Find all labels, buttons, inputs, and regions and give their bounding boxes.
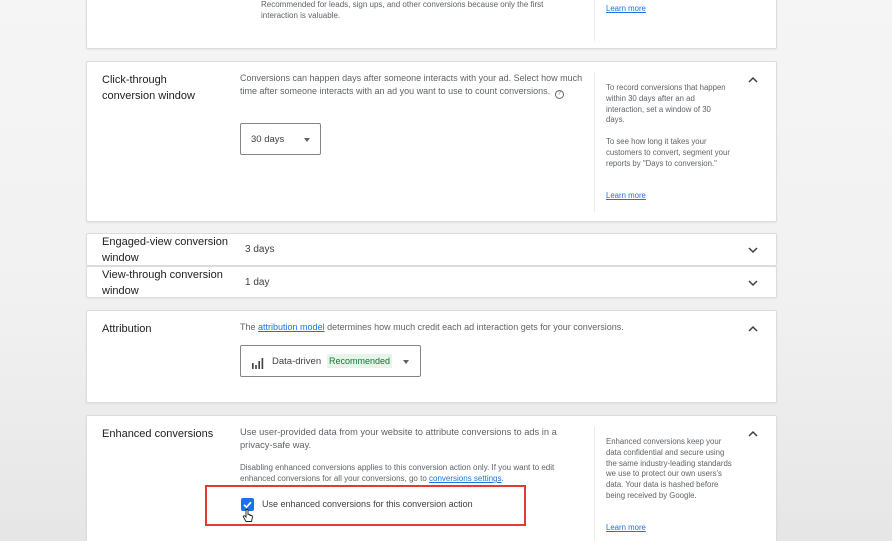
click-through-window-select[interactable]: 30 days — [240, 123, 321, 155]
chevron-up-icon[interactable] — [747, 428, 759, 440]
bar-chart-icon — [252, 356, 264, 369]
engaged-view-card[interactable]: Engaged-view conversion window 3 days — [86, 233, 777, 266]
hand-cursor-icon — [242, 509, 254, 523]
learn-more-link[interactable]: Learn more — [606, 4, 646, 15]
click-through-description: Conversions can happen days after someon… — [240, 73, 583, 99]
attribution-title: Attribution — [102, 323, 152, 335]
conversion-count-description: Recommended for leads, sign ups, and oth… — [261, 0, 544, 20]
dropdown-caret-icon — [304, 138, 310, 142]
chevron-up-icon[interactable] — [747, 323, 759, 335]
recommended-badge: Recommended — [327, 354, 393, 368]
learn-more-link[interactable]: Learn more — [606, 523, 646, 534]
chevron-down-icon[interactable] — [747, 277, 759, 289]
chevron-down-icon[interactable] — [747, 244, 759, 256]
enhanced-conversions-help: Enhanced conversions keep your data conf… — [606, 437, 732, 500]
enhanced-conversions-note: Disabling enhanced conversions applies t… — [240, 463, 555, 483]
click-through-title: Click-through conversion window — [102, 74, 195, 102]
click-through-help-1: To record conversions that happen within… — [606, 83, 726, 125]
attribution-card: Attribution The attribution model determ… — [86, 310, 777, 403]
attribution-description: The attribution model determines how muc… — [240, 322, 624, 332]
click-through-card: Click-through conversion window Conversi… — [86, 61, 777, 222]
help-circle-icon[interactable]: ? — [554, 90, 564, 99]
engaged-view-value: 3 days — [245, 244, 275, 255]
conversion-count-card: Recommended for leads, sign ups, and oth… — [86, 0, 777, 49]
conversions-settings-link[interactable]: conversions settings — [429, 474, 501, 483]
click-through-help-2: To see how long it takes your customers … — [606, 137, 730, 168]
view-through-card[interactable]: View-through conversion window 1 day — [86, 266, 777, 298]
engaged-view-title: Engaged-view conversion window — [102, 236, 228, 264]
help-divider — [594, 72, 595, 212]
view-through-title: View-through conversion window — [102, 269, 223, 297]
attribution-model-link[interactable]: attribution model — [258, 322, 325, 332]
enhanced-conversions-title: Enhanced conversions — [102, 428, 214, 440]
help-divider — [594, 0, 595, 41]
learn-more-link[interactable]: Learn more — [606, 191, 646, 202]
chevron-up-icon[interactable] — [747, 74, 759, 86]
attribution-select-value: Data-driven — [272, 356, 322, 367]
dropdown-caret-icon — [403, 360, 409, 364]
help-divider — [594, 426, 595, 541]
attribution-model-select[interactable]: Data-driven Recommended — [240, 345, 421, 377]
enhanced-conversions-description: Use user-provided data from your website… — [240, 427, 557, 450]
click-through-select-value: 30 days — [251, 134, 285, 145]
view-through-value: 1 day — [245, 277, 270, 288]
